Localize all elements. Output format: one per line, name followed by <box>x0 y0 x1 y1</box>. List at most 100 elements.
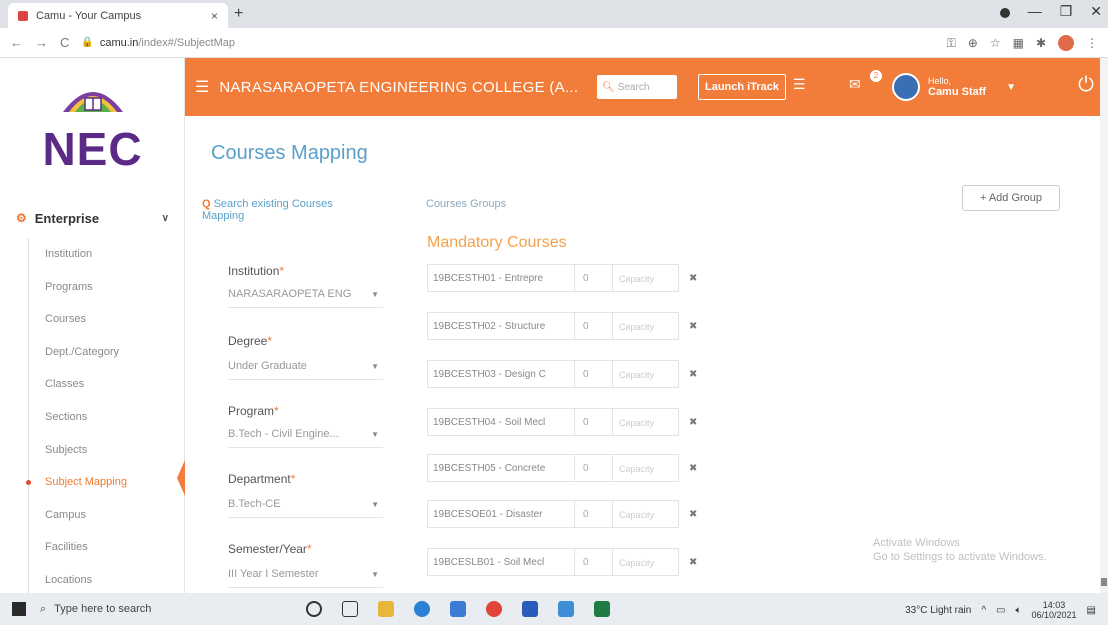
record-icon[interactable] <box>999 8 1010 18</box>
sidebar-item-programs[interactable]: Programs <box>29 271 178 304</box>
course-name-field[interactable]: 19BCESTH04 - Soil Mecl <box>427 408 575 436</box>
course-capacity-field[interactable]: Capacity <box>613 360 679 388</box>
course-capacity-field[interactable]: Capacity <box>613 264 679 292</box>
delete-course-icon[interactable]: ✖ <box>689 557 697 568</box>
header-search-input[interactable]: 🔍︎ Search <box>597 75 677 99</box>
url-path: /index#/SubjectMap <box>138 36 235 49</box>
sidebar-item-campus[interactable]: Campus <box>29 499 178 532</box>
course-capacity-field[interactable]: Capacity <box>613 312 679 340</box>
course-name-field[interactable]: 19BCESTH03 - Design C <box>427 360 575 388</box>
task-view-icon[interactable] <box>342 601 358 617</box>
close-window-icon[interactable]: ✕ <box>1090 3 1102 20</box>
course-count-field[interactable]: 0 <box>575 408 613 436</box>
page-scrollbar[interactable] <box>1100 58 1108 593</box>
chrome-icon[interactable] <box>486 601 502 617</box>
cortana-icon[interactable] <box>306 601 322 617</box>
forward-icon[interactable]: → <box>35 35 48 50</box>
clock[interactable]: 14:03 06/10/2021 <box>1032 600 1077 620</box>
screen: Camu - Your Campus × + — ❐ ✕ ← → C 🔒 cam… <box>0 0 1108 625</box>
course-capacity-field[interactable]: Capacity <box>613 408 679 436</box>
mail-icon[interactable]: ✉ <box>849 76 861 93</box>
course-row: 19BCESLB01 - Soil Mecl 0 Capacity ✖ <box>427 548 697 576</box>
search-existing-mapping-link[interactable]: Q Search existing Courses Mapping <box>202 198 372 222</box>
browser-tab[interactable]: Camu - Your Campus × <box>8 3 228 28</box>
menu-dots-icon[interactable]: ⋮ <box>1086 36 1098 50</box>
courses-groups-label[interactable]: Courses Groups <box>426 198 506 210</box>
course-name-field[interactable]: 19BCESTH02 - Structure <box>427 312 575 340</box>
word-icon[interactable] <box>522 601 538 617</box>
course-name-field[interactable]: 19BCESOE01 - Disaster <box>427 500 575 528</box>
extension-icon[interactable]: ▦ <box>1013 36 1024 50</box>
weather-text[interactable]: 33°C Light rain <box>905 605 971 616</box>
degree-select[interactable]: Under Graduate ▼ <box>228 356 383 380</box>
hamburger-menu-icon[interactable]: ☰ <box>195 77 209 97</box>
program-select[interactable]: B.Tech - Civil Engine... ▼ <box>228 424 383 448</box>
sidebar-item-subjects[interactable]: Subjects <box>29 434 178 467</box>
sidebar-item-sections[interactable]: Sections <box>29 401 178 434</box>
new-tab-button[interactable]: + <box>234 5 243 23</box>
restore-icon[interactable]: ❐ <box>1060 3 1073 20</box>
sidebar-item-courses[interactable]: Courses <box>29 303 178 336</box>
course-count-field[interactable]: 0 <box>575 312 613 340</box>
reload-icon[interactable]: C <box>60 35 69 50</box>
launch-itrack-button[interactable]: Launch iTrack <box>698 74 786 100</box>
sidebar-item-dept-category[interactable]: Dept./Category <box>29 336 178 369</box>
network-icon[interactable]: ▭ <box>996 605 1005 616</box>
course-name-field[interactable]: 19BCESTH05 - Concrete <box>427 454 575 482</box>
semester-select[interactable]: III Year I Semester ▼ <box>228 564 383 588</box>
sidebar-item-facilities[interactable]: Facilities <box>29 531 178 564</box>
course-count-field[interactable]: 0 <box>575 360 613 388</box>
course-count-field[interactable]: 0 <box>575 500 613 528</box>
notifications-icon[interactable]: ▤ <box>1087 605 1096 616</box>
windows-start-icon[interactable] <box>12 602 26 616</box>
sidebar-item-locations[interactable]: Locations <box>29 564 178 597</box>
photos-icon[interactable] <box>558 601 574 617</box>
close-tab-icon[interactable]: × <box>211 9 218 23</box>
user-menu[interactable]: Hello, Camu Staff ▼ <box>892 68 1032 106</box>
edge-icon[interactable] <box>414 601 430 617</box>
file-explorer-icon[interactable] <box>378 601 394 617</box>
url-field[interactable]: 🔒 camu.in /index#/SubjectMap <box>81 37 235 49</box>
course-count-field[interactable]: 0 <box>575 548 613 576</box>
minimize-icon[interactable]: — <box>1028 3 1042 20</box>
course-capacity-field[interactable]: Capacity <box>613 548 679 576</box>
course-capacity-field[interactable]: Capacity <box>613 500 679 528</box>
sidebar-item-institution[interactable]: Institution <box>29 238 178 271</box>
delete-course-icon[interactable]: ✖ <box>689 463 697 474</box>
browser-actions: ⚿ ⊕ ☆ ▦ ✱ ⋮ <box>947 35 1098 51</box>
zoom-icon[interactable]: ⊕ <box>968 36 978 50</box>
add-group-button[interactable]: + Add Group <box>962 185 1060 211</box>
volume-icon[interactable]: 🔈︎ <box>1016 605 1022 616</box>
windows-activation-watermark: Activate Windows Go to Settings to activ… <box>873 536 1047 564</box>
enterprise-section[interactable]: ⚙ Enterprise ∨ <box>0 203 185 233</box>
profile-avatar[interactable] <box>1058 35 1074 51</box>
delete-course-icon[interactable]: ✖ <box>689 321 697 332</box>
sidebar-item-classes[interactable]: Classes <box>29 368 178 401</box>
course-count-field[interactable]: 0 <box>575 454 613 482</box>
department-select[interactable]: B.Tech-CE ▼ <box>228 494 383 518</box>
institution-select[interactable]: NARASARAOPETA ENG ▼ <box>228 284 383 308</box>
key-icon[interactable]: ⚿ <box>947 36 956 51</box>
browser-tab-bar: Camu - Your Campus × + — ❐ ✕ <box>0 0 1108 28</box>
course-capacity-field[interactable]: Capacity <box>613 454 679 482</box>
delete-course-icon[interactable]: ✖ <box>689 273 697 284</box>
scrollbar-thumb[interactable] <box>1101 578 1107 586</box>
puzzle-icon[interactable]: ✱ <box>1036 36 1046 50</box>
enterprise-label: Enterprise <box>34 210 100 226</box>
chevron-up-icon[interactable]: ^ <box>981 605 986 616</box>
excel-icon[interactable] <box>594 601 610 617</box>
course-count-field[interactable]: 0 <box>575 264 613 292</box>
star-icon[interactable]: ☆ <box>990 36 1001 50</box>
course-name-field[interactable]: 19BCESLB01 - Soil Mecl <box>427 548 575 576</box>
delete-course-icon[interactable]: ✖ <box>689 417 697 428</box>
sidebar-item-subject-mapping[interactable]: Subject Mapping <box>26 466 178 499</box>
back-icon[interactable]: ← <box>10 35 23 50</box>
list-menu-icon[interactable]: ☰ <box>793 76 806 93</box>
dropdown-arrow-icon: ▼ <box>371 570 379 579</box>
course-name-field[interactable]: 19BCESTH01 - Entrepre <box>427 264 575 292</box>
power-icon[interactable]: ⏻ <box>1078 74 1094 97</box>
taskbar-search-input[interactable]: ⌕ Type here to search <box>40 598 200 620</box>
store-icon[interactable] <box>450 601 466 617</box>
delete-course-icon[interactable]: ✖ <box>689 369 697 380</box>
delete-course-icon[interactable]: ✖ <box>689 509 697 520</box>
